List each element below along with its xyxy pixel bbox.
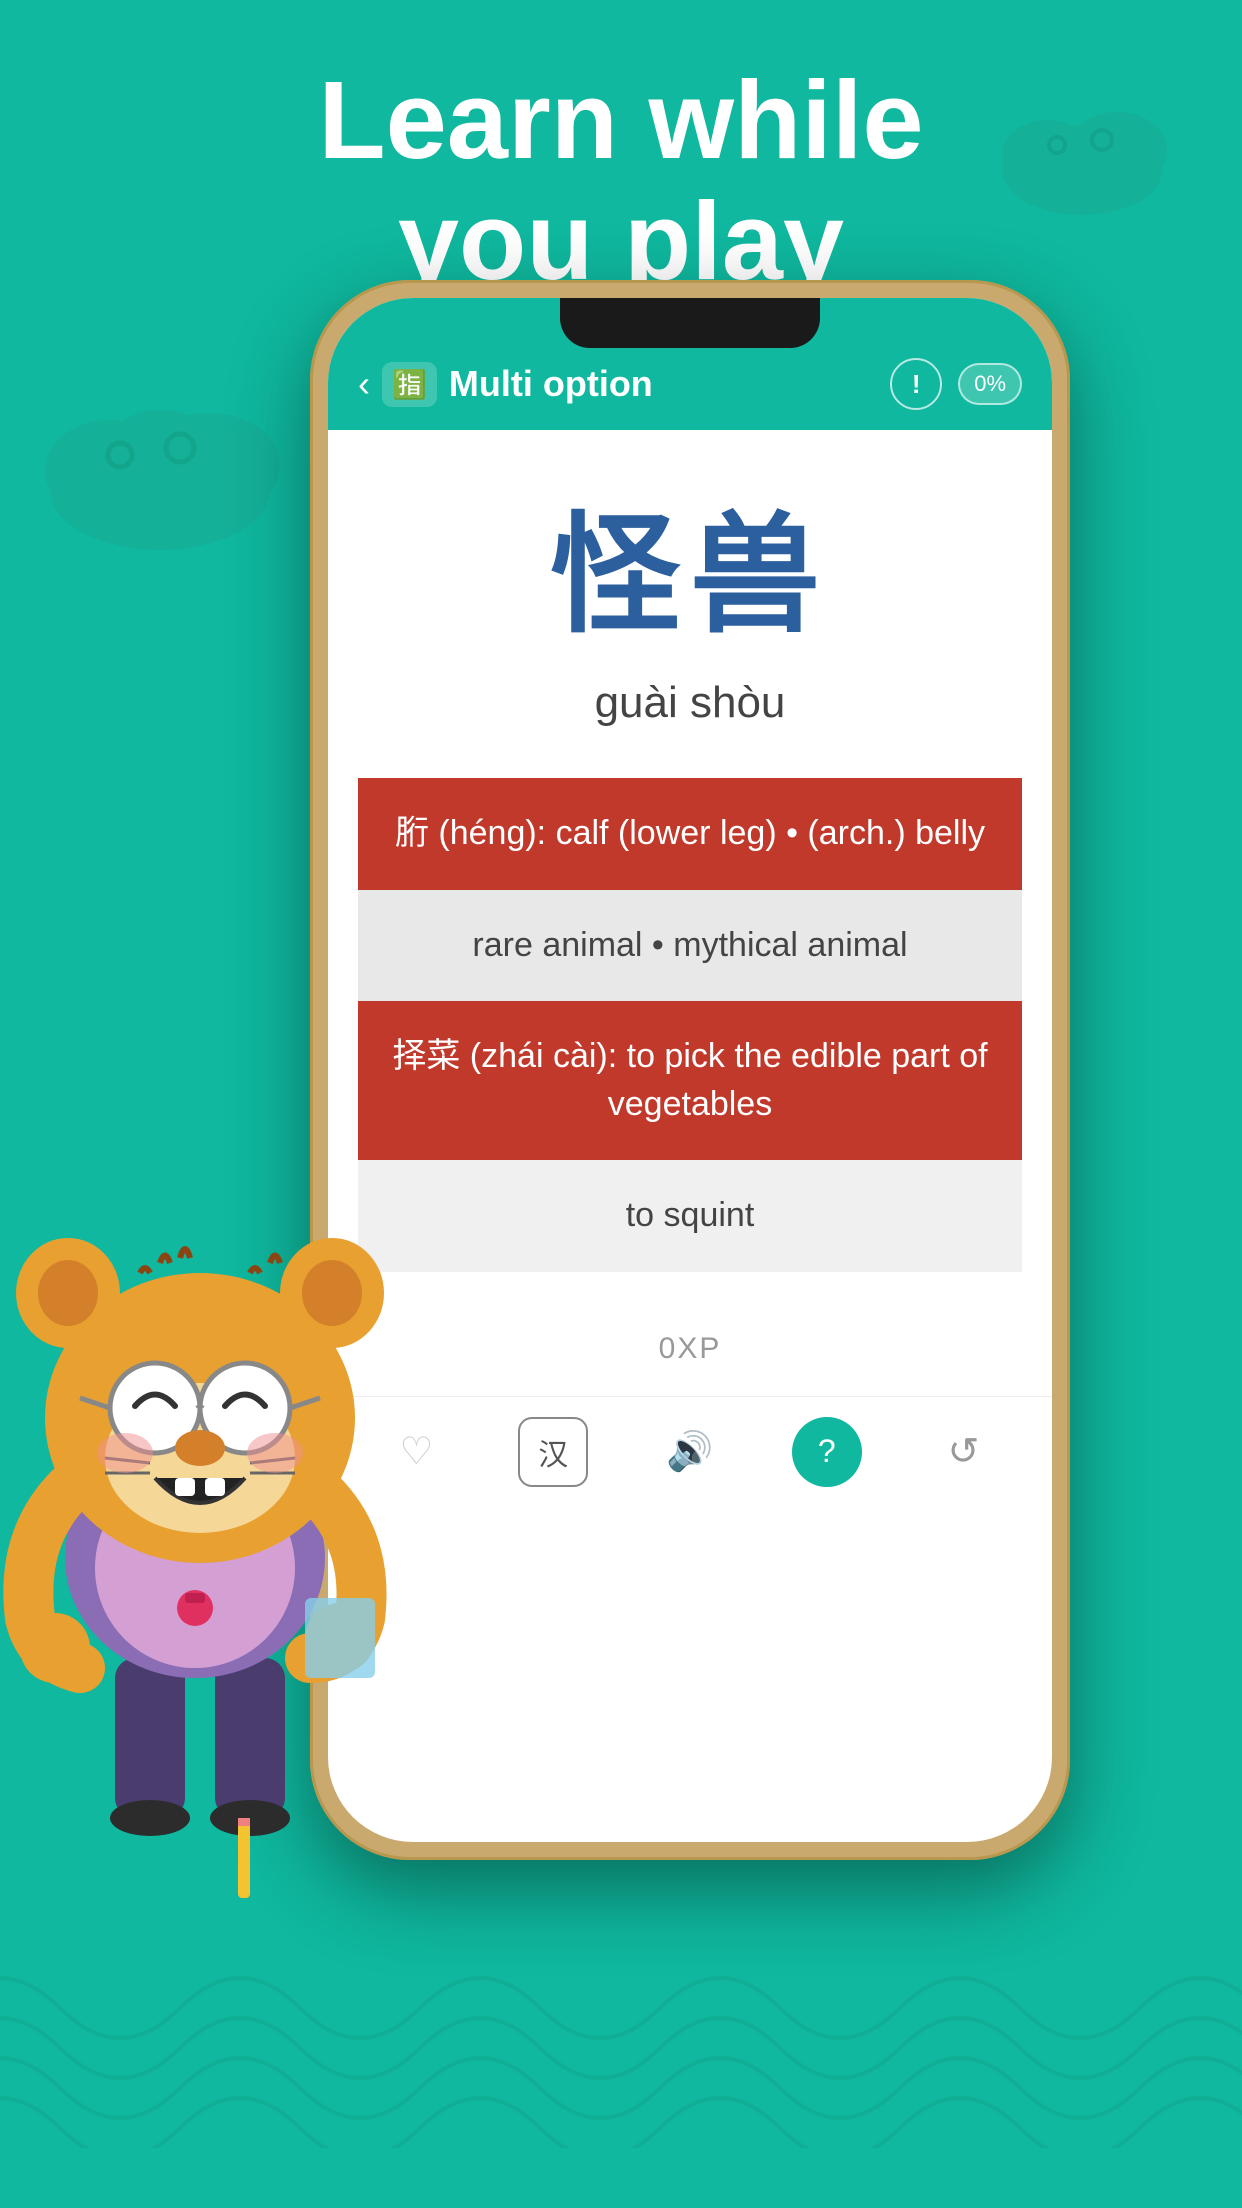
exclamation-button[interactable]: !: [890, 358, 942, 410]
exclamation-icon: !: [912, 369, 921, 400]
refresh-icon: ↺: [948, 1429, 980, 1474]
percent-badge: 0%: [958, 363, 1022, 405]
phone-notch: [560, 298, 820, 348]
header-title: Multi option: [449, 363, 653, 405]
cloud-left: [20, 380, 300, 565]
headline: Learn while you play: [0, 60, 1242, 302]
question-icon: ?: [818, 1433, 836, 1470]
back-button[interactable]: ‹: [358, 363, 370, 405]
character-button[interactable]: 汉: [518, 1417, 588, 1487]
audio-button[interactable]: 🔊: [655, 1417, 725, 1487]
option-1[interactable]: 胻 (héng): calf (lower leg) • (arch.) bel…: [358, 778, 1022, 890]
header-left: ‹ 🈯 Multi option: [358, 362, 653, 407]
xp-display: 0XP: [659, 1332, 722, 1366]
speaker-icon: 🔊: [666, 1430, 713, 1474]
translate-icon: 🈯: [392, 368, 427, 401]
pinyin: guài shòu: [595, 678, 786, 728]
option-2[interactable]: rare animal • mythical animal: [358, 890, 1022, 1002]
header-right: ! 0%: [890, 358, 1022, 410]
refresh-button[interactable]: ↺: [929, 1417, 999, 1487]
help-button[interactable]: ?: [792, 1417, 862, 1487]
chinese-character: 怪兽: [550, 470, 830, 658]
headline-line1: Learn while: [0, 60, 1242, 181]
hanzi-icon: 汉: [538, 1430, 568, 1474]
percent-value: 0%: [974, 371, 1006, 396]
translate-icon-box: 🈯: [382, 362, 437, 407]
tiger-character: [0, 1118, 480, 1898]
